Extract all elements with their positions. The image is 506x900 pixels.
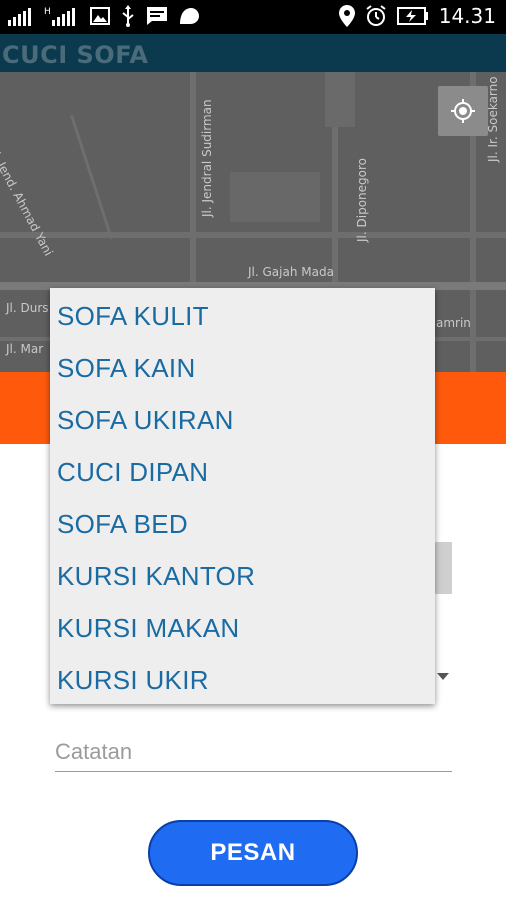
status-right-icons: 14.31 (338, 4, 496, 28)
app-title: CUCI SOFA (2, 41, 149, 69)
spinner-arrow-icon[interactable] (437, 673, 449, 680)
map-road (230, 172, 320, 222)
dropdown-item[interactable]: KURSI MAKAN (57, 613, 239, 644)
status-left-icons: H (8, 5, 200, 27)
dropdown-item[interactable]: KURSI KANTOR (57, 561, 255, 592)
map-label-amrin: amrin (436, 316, 471, 330)
location-icon (338, 5, 355, 27)
map-label-ahmad-yani: Jl. Jend. Ahmad Yani (0, 147, 56, 259)
map-label-mar: Jl. Mar (6, 342, 44, 356)
alarm-icon (366, 5, 386, 26)
my-location-icon (451, 99, 475, 123)
map-label-sudirman: Jl. Jendral Sudirman (200, 99, 214, 217)
status-bar: H 14.31 (0, 0, 506, 34)
svg-text:H: H (44, 7, 51, 17)
dropdown-item[interactable]: SOFA UKIRAN (57, 405, 234, 436)
my-location-button[interactable] (438, 86, 488, 136)
map-road (0, 232, 506, 238)
map-road (325, 72, 355, 127)
image-icon (90, 7, 110, 25)
note-input[interactable] (55, 733, 452, 772)
signal-icon (8, 8, 31, 26)
map-label-soekarno: Jl. Ir. Soekarno (486, 76, 500, 162)
dropdown-item[interactable]: KURSI UKIR (57, 665, 209, 696)
android-icon (180, 8, 199, 24)
dropdown-item[interactable]: CUCI DIPAN (57, 457, 208, 488)
message-icon (147, 7, 167, 25)
dropdown-item[interactable]: SOFA KAIN (57, 353, 196, 384)
map-road (190, 72, 196, 282)
dropdown-item[interactable]: SOFA KULIT (57, 301, 209, 332)
map-label-durs: Jl. Durs (6, 301, 49, 315)
app-bar: CUCI SOFA (0, 34, 506, 72)
service-dropdown-list: SOFA KULIT SOFA KAIN SOFA UKIRAN CUCI DI… (50, 288, 435, 704)
signal-h-icon: H (44, 7, 75, 26)
map-label-gajah-mada: Jl. Gajah Mada (248, 265, 334, 279)
dropdown-item[interactable]: SOFA BED (57, 509, 188, 540)
map-road (69, 114, 114, 240)
status-clock: 14.31 (438, 4, 496, 28)
map-label-diponegoro: Jl. Diponegoro (355, 158, 369, 242)
usb-icon (122, 5, 134, 27)
order-button[interactable]: PESAN (148, 820, 358, 886)
battery-charging-icon (396, 7, 428, 25)
field-edge (432, 542, 452, 594)
